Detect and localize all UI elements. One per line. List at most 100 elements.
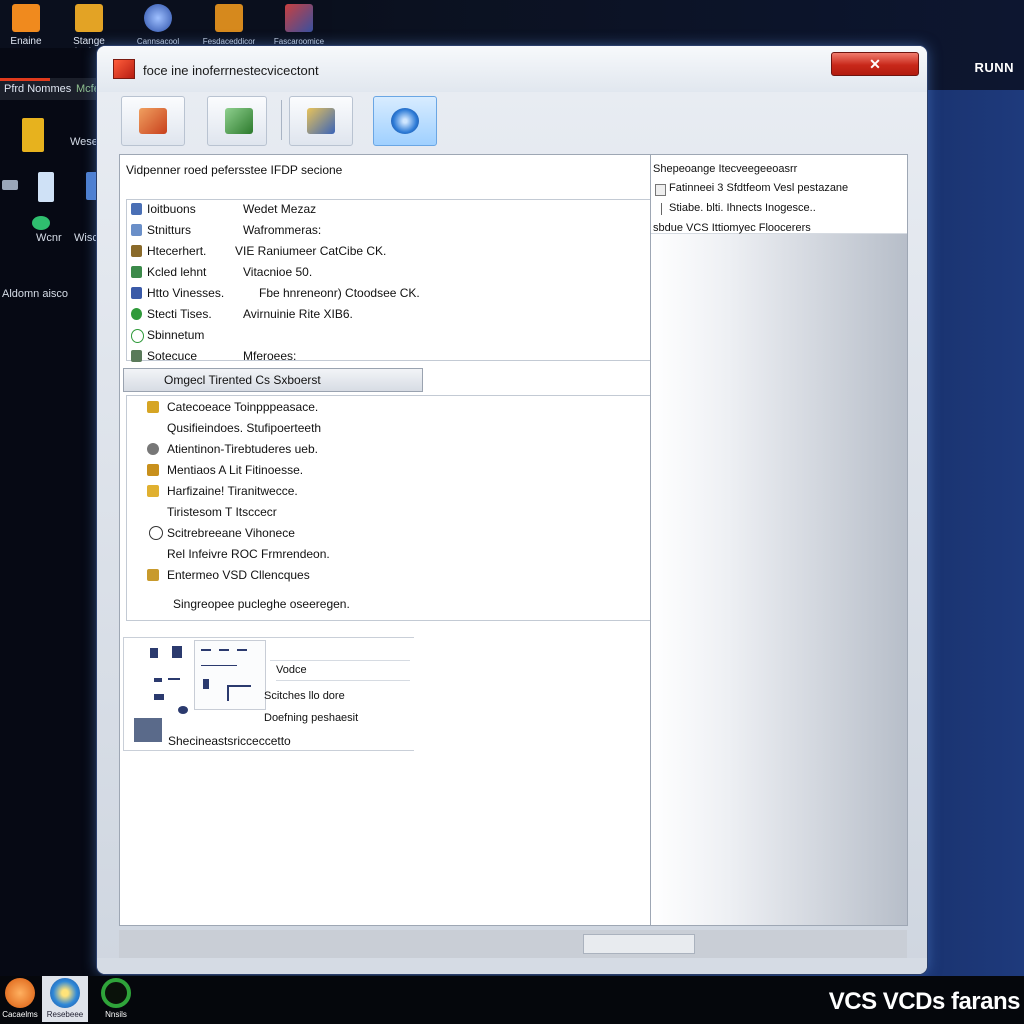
diagram-panel: Vodce Scitches llo dore Doefning peshaes… [123,637,414,751]
toolbox-icon [12,4,40,32]
toolbar-separator [281,100,282,140]
leaf-icon[interactable] [32,216,50,230]
device-icon[interactable] [38,172,54,202]
property-text: Stiabe. blti. Ihnects Inogesce.. [669,202,816,214]
info-key: Htecerhert. [147,244,207,258]
footer-note-text: Singreopee pucleghe oseeregen. [173,597,350,611]
taskbar-item-start[interactable]: Resebeee [42,976,88,1022]
info-key: Kcled lehnt [147,265,207,279]
toolbar-button-engine[interactable] [121,96,185,146]
launcher-bar: Enaine ragager Stange bather Cannsacool … [0,0,332,58]
left-tab-bar: Pfrd Nommes Mcfe [0,78,100,100]
main-window: foce ine inoferrnestecvicectont ✕ Vidpen… [97,46,927,974]
close-button[interactable]: ✕ [831,52,919,76]
left-label: Wcnr [36,232,62,244]
list-item-text: Catecoeace Toinpppeasace. [167,400,319,414]
horizontal-scrollbar[interactable] [583,934,695,954]
title-bar[interactable]: foce ine inoferrnestecvicectont ✕ [97,46,927,92]
launcher-item-document[interactable]: Fesdaceddicor [198,4,260,47]
app-icon [113,59,135,79]
list-item-text: Atientinon-Tirebtuderes ueb. [167,442,318,456]
taskbar-item-app[interactable]: Cacaelms [0,976,40,1022]
diagram-label: Doefning peshaesit [264,712,359,724]
taskbar-label: Nnsils [105,1010,127,1019]
list-item-text: Mentiaos A Lit Fitinoesse. [167,463,304,477]
diagram-link [168,678,180,680]
details-pane: Vidpenner roed pefersstee IFDP secione I… [119,154,653,926]
toolbar-button-module[interactable] [207,96,267,146]
properties-pane: Shepeoange Itecveegeeoasrr Fatinneei 3 S… [650,154,908,926]
engine-icon [139,108,167,134]
info-key: Sbinnetum [147,328,205,342]
taskbar-item-ring[interactable]: Nnsils [96,976,136,1022]
section-tab-label: Omgecl Tirented Cs Sxboerst [164,373,321,387]
scan-icon [391,108,419,134]
left-status: Aldomn aisco [2,288,69,300]
diagram-link [237,649,247,651]
folder-icon[interactable] [22,118,44,152]
launcher-item-pen[interactable]: Fascaroomice [268,4,330,47]
list-item-text: Scitrebreeane Vihonece [167,526,295,540]
green-ring-icon [101,978,131,1008]
list-item-text: Harfizaine! Tiranitwecce. [167,484,298,498]
property-text: sbdue VCS Ittiomyec Floocerers [653,222,811,234]
diagram-label: Scitches llo dore [264,690,345,702]
diagram-node [134,718,162,742]
tools-icon [307,108,335,134]
info-value: Wafrommeras: [243,223,322,237]
diagram-inset [194,640,266,710]
folder-icon [75,4,103,32]
info-group: Ioitbuons Wedet Mezaz Stnitturs Wafromme… [126,199,653,363]
globe-icon [144,4,172,32]
properties-heading: Shepeoange Itecveegeeoasrr [653,163,798,175]
orange-circle-icon [5,978,35,1008]
run-label[interactable]: RUNN [974,60,1014,75]
info-key: Sotecuce [147,349,198,363]
radio-icon[interactable] [149,526,163,540]
left-label: Wisc [74,232,98,244]
items-group: Catecoeace Toinpppeasace. Qusifieindoes.… [126,395,653,621]
pen-icon [285,4,313,32]
info-value: Wedet Mezaz [243,202,317,216]
checkbox-icon[interactable] [655,184,666,196]
item-icon [131,329,144,343]
diagram-node [154,694,164,700]
module-icon [225,108,253,134]
info-value: Fbe hnreneonr) Ctoodsee CK. [259,286,420,300]
item-icon [131,245,142,257]
diagram-link [201,649,211,651]
launcher-item-connect[interactable]: Cannsacool [128,4,188,47]
document-icon [215,4,243,32]
list-item-text: Entermeo VSD Cllencques [167,568,310,582]
diagram-label: Vodce [276,664,307,676]
info-value: Avirnuinie Rite XIB6. [243,307,353,321]
toolbar [121,96,821,146]
list-item-text: Qusifieindoes. Stufipoerteeth [167,421,322,435]
info-key: Ioitbuons [147,202,196,216]
info-value: VIE Raniumeer CatCibe CK. [235,244,387,258]
divider [270,660,410,661]
diagram-link [227,685,251,687]
diagram-caption: Shecineastsricceccetto [168,734,291,748]
item-icon [131,224,142,236]
properties-list: Shepeoange Itecveegeeoasrr Fatinneei 3 S… [651,155,907,234]
status-bar [119,930,907,958]
item-icon [131,203,142,215]
diagram-node [154,678,162,682]
tree-line [661,203,662,215]
left-tab-names[interactable]: Pfrd Nommes [4,83,71,95]
diagram-link [219,649,229,651]
brand-text: VCS VCDs farans [828,988,1021,1015]
item-icon [131,350,142,362]
info-value: Mferoees: [243,349,297,363]
info-key: Stecti Tises. [147,307,212,321]
details-heading: Vidpenner roed pefersstee IFDP secione [126,163,343,177]
section-tab[interactable]: Omgecl Tirented Cs Sxboerst [123,368,423,392]
toolbar-button-tools[interactable] [289,96,353,146]
cable-icon [2,180,18,190]
info-value: Vitacnioe 50. [243,265,313,279]
diagram-node [150,648,158,658]
key-icon [147,485,159,497]
info-key: Htto Vinesses. [147,286,225,300]
toolbar-button-scan[interactable] [373,96,437,146]
